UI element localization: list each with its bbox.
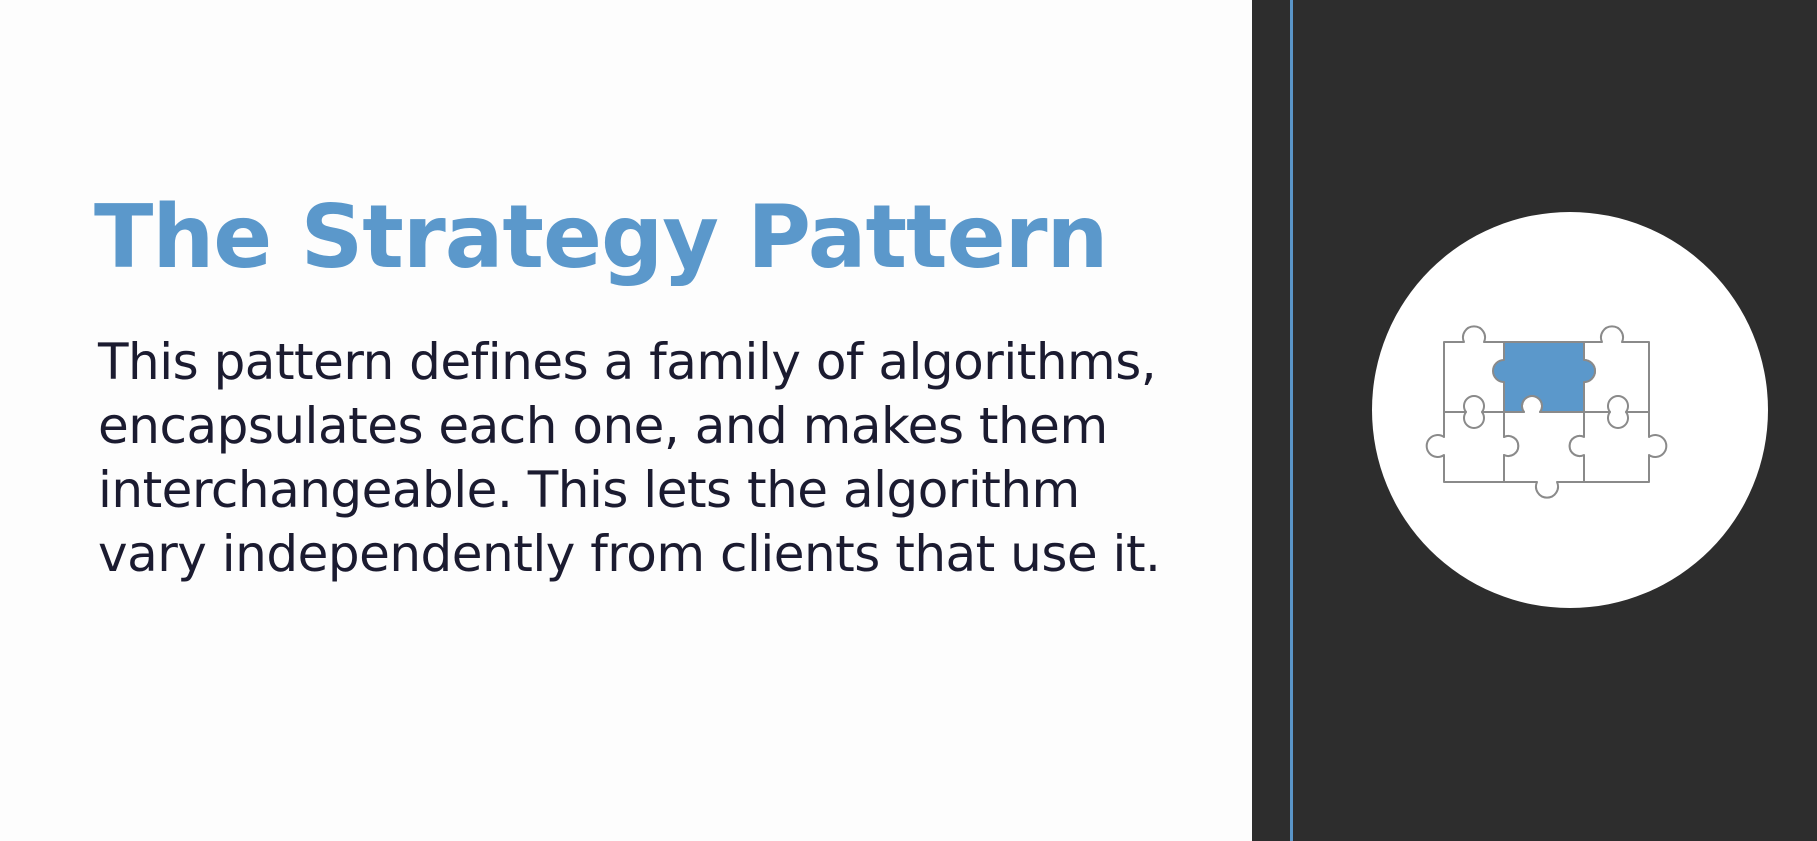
description-line: This pattern defines a family of algorit… [98, 333, 1157, 391]
puzzle-piece-highlighted [1492, 341, 1596, 413]
dark-side-panel [1252, 0, 1817, 841]
puzzle-pieces-icon [1425, 325, 1668, 499]
description-line: vary independently from clients that use… [98, 525, 1161, 583]
description-line: interchangeable. This lets the algorithm [98, 461, 1080, 519]
illustration-badge [1372, 212, 1768, 608]
slide: The Strategy Pattern This pattern define… [0, 0, 1817, 841]
accent-divider-line [1290, 0, 1293, 841]
puzzle-piece [1568, 411, 1668, 483]
description-line: encapsulates each one, and makes them [98, 397, 1108, 455]
slide-description: This pattern defines a family of algorit… [98, 330, 1218, 586]
slide-title: The Strategy Pattern [94, 186, 1108, 288]
text-panel: The Strategy Pattern This pattern define… [0, 0, 1252, 841]
